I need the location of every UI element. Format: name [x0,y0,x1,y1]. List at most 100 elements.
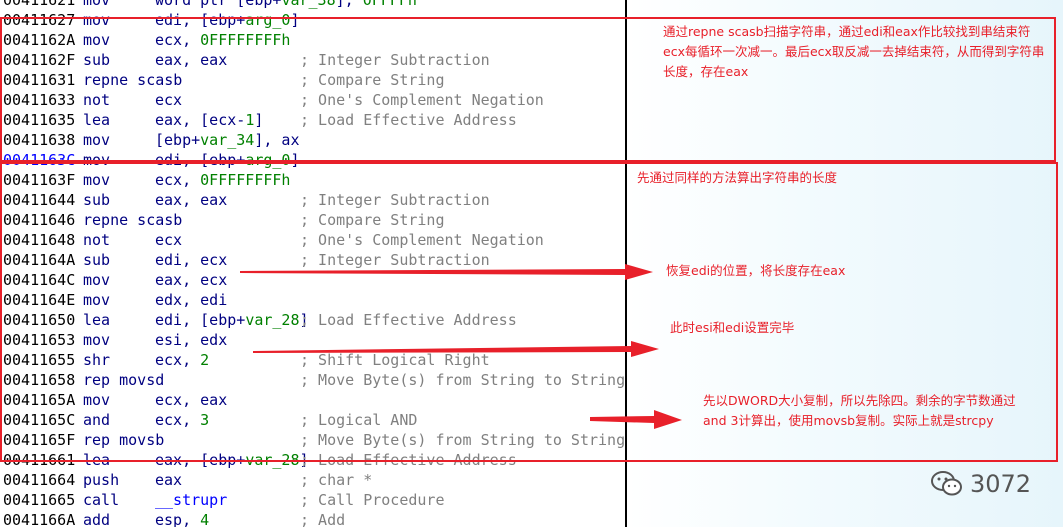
disasm-row[interactable]: 00411621 mov word ptr [ebp+var_38], 0FFFFh [0,0,625,10]
disasm-row[interactable]: 00411653 mov esi, edx [0,330,625,350]
disasm-mnemonic[interactable]: repne scasb [83,210,182,230]
disasm-mnemonic[interactable]: sub [83,190,110,210]
disasm-address[interactable]: 00411658 [3,370,75,390]
disasm-mnemonic[interactable]: sub [83,250,110,270]
disasm-address[interactable]: 0041164C [3,270,75,290]
disasm-row[interactable]: 00411646 repne scasb ; Compare String [0,210,625,230]
disasm-address[interactable]: 00411635 [3,110,75,130]
disasm-mnemonic[interactable]: not [83,90,110,110]
disasm-mnemonic[interactable]: mov [83,0,110,10]
disasm-mnemonic[interactable]: lea [83,110,110,130]
disasm-address[interactable]: 0041162F [3,50,75,70]
disasm-operands[interactable]: ecx, 3 [155,410,209,430]
disasm-address[interactable]: 00411653 [3,330,75,350]
disasm-address[interactable]: 00411650 [3,310,75,330]
disasm-address[interactable]: 0041166A [3,510,75,527]
disasm-address[interactable]: 0041163F [3,170,75,190]
disasm-address[interactable]: 0041165A [3,390,75,410]
disasm-row[interactable]: 00411644 sub eax, eax ; Integer Subtraction [0,190,625,210]
disasm-mnemonic[interactable]: and [83,410,110,430]
disasm-address[interactable]: 00411648 [3,230,75,250]
disasm-address[interactable]: 00411665 [3,490,75,510]
disasm-mnemonic[interactable]: mov [83,390,110,410]
disasm-operands[interactable]: eax, eax [155,50,227,70]
disasm-operands[interactable]: edi, [ebp+arg_0] [155,150,300,170]
disasm-address[interactable]: 00411627 [3,10,75,30]
disasm-row[interactable]: 00411658 rep movsd ; Move Byte(s) from Str… [0,370,625,390]
disasm-row[interactable]: 00411627 mov edi, [ebp+arg_0] [0,10,625,30]
disasm-row[interactable]: 00411648 not ecx ; One's Complement Negatio… [0,230,625,250]
disasm-operands[interactable]: ecx, 2 [155,350,209,370]
disasm-mnemonic[interactable]: mov [83,150,110,170]
disasm-row[interactable]: 00411631 repne scasb ; Compare String [0,70,625,90]
disasm-operands[interactable]: eax [155,470,182,490]
disasm-operands[interactable]: [ebp+var_34], ax [155,130,300,150]
disasm-row[interactable]: 00411635 lea eax, [ecx-1] ; Load Effective … [0,110,625,130]
disasm-operands[interactable]: ecx, 0FFFFFFFFh [155,30,290,50]
disasm-row[interactable]: 0041164A sub edi, ecx ; Integer Subtraction [0,250,625,270]
disasm-operands[interactable]: esp, 4 [155,510,209,527]
disasm-operands[interactable]: edi, ecx [155,250,227,270]
disasm-address[interactable]: 0041165F [3,430,75,450]
disasm-mnemonic[interactable]: mov [83,330,110,350]
disasm-mnemonic[interactable]: push [83,470,119,490]
disasm-mnemonic[interactable]: not [83,230,110,250]
disasm-operands[interactable]: word ptr [ebp+var_38], 0FFFFh [155,0,417,10]
disasm-mnemonic[interactable]: repne scasb [83,70,182,90]
disasm-row[interactable]: 0041163C mov edi, [ebp+arg_0] [0,150,625,170]
disasm-row[interactable]: 00411665 call __strupr ; Call Procedure [0,490,625,510]
disasm-address[interactable]: 00411655 [3,350,75,370]
disasm-row[interactable]: 0041164E mov edx, edi [0,290,625,310]
disasm-row[interactable]: 00411650 lea edi, [ebp+var_28]; Load Effec… [0,310,625,330]
disasm-mnemonic[interactable]: rep movsd [83,370,164,390]
disasm-row[interactable]: 0041166A add esp, 4 ; Add [0,510,625,527]
disasm-operands[interactable]: eax, [ecx-1] [155,110,263,130]
disasm-mnemonic[interactable]: lea [83,450,110,470]
disasm-address[interactable]: 00411664 [3,470,75,490]
disasm-operands[interactable]: ecx [155,90,182,110]
disasm-row[interactable]: 0041165A mov ecx, eax [0,390,625,410]
disasm-row[interactable]: 00411633 not ecx ; One's Complement Negatio… [0,90,625,110]
disasm-row[interactable]: 0041162F sub eax, eax ; Integer Subtraction [0,50,625,70]
disasm-operands[interactable]: edx, edi [155,290,227,310]
disasm-operands[interactable]: eax, [ebp+var_28] [155,450,309,470]
disassembly-pane[interactable]: 00411621 mov word ptr [ebp+var_38], 0FFFFh… [0,0,625,527]
disasm-mnemonic[interactable]: lea [83,310,110,330]
disasm-mnemonic[interactable]: add [83,510,110,527]
disasm-row[interactable]: 0041163F mov ecx, 0FFFFFFFFh [0,170,625,190]
disasm-row[interactable]: 0041165C and ecx, 3 ; Logical AND [0,410,625,430]
disasm-operands[interactable]: __strupr [155,490,227,510]
disasm-mnemonic[interactable]: rep movsb [83,430,164,450]
disasm-address[interactable]: 0041164A [3,250,75,270]
disasm-address[interactable]: 00411638 [3,130,75,150]
disasm-mnemonic[interactable]: mov [83,270,110,290]
disasm-address[interactable]: 00411621 [3,0,75,10]
disasm-address[interactable]: 0041164E [3,290,75,310]
disasm-operands[interactable]: eax, ecx [155,270,227,290]
disasm-address[interactable]: 00411646 [3,210,75,230]
disasm-operands[interactable]: ecx [155,230,182,250]
disasm-address[interactable]: 00411661 [3,450,75,470]
disasm-mnemonic[interactable]: call [83,490,119,510]
disasm-mnemonic[interactable]: mov [83,30,110,50]
disasm-row[interactable]: 00411655 shr ecx, 2 ; Shift Logical Right [0,350,625,370]
disasm-address[interactable]: 0041163C [3,150,75,170]
disasm-operands[interactable]: ecx, 0FFFFFFFFh [155,170,290,190]
disasm-operands[interactable]: eax, eax [155,190,227,210]
disasm-mnemonic[interactable]: mov [83,290,110,310]
disasm-operands[interactable]: ecx, eax [155,390,227,410]
disasm-operands[interactable]: edi, [ebp+arg_0] [155,10,300,30]
disasm-mnemonic[interactable]: sub [83,50,110,70]
disasm-address[interactable]: 0041165C [3,410,75,430]
disasm-row[interactable]: 0041164C mov eax, ecx [0,270,625,290]
disasm-row[interactable]: 0041162A mov ecx, 0FFFFFFFFh [0,30,625,50]
disasm-row[interactable]: 00411664 push eax ; char * [0,470,625,490]
disasm-mnemonic[interactable]: shr [83,350,110,370]
disasm-row[interactable]: 00411638 mov [ebp+var_34], ax [0,130,625,150]
disasm-address[interactable]: 00411631 [3,70,75,90]
disasm-row[interactable]: 0041165F rep movsb ; Move Byte(s) from Str… [0,430,625,450]
disasm-operands[interactable]: edi, [ebp+var_28] [155,310,309,330]
disasm-operands[interactable]: esi, edx [155,330,227,350]
disasm-address[interactable]: 0041162A [3,30,75,50]
disasm-row[interactable]: 00411661 lea eax, [ebp+var_28]; Load Effec… [0,450,625,470]
